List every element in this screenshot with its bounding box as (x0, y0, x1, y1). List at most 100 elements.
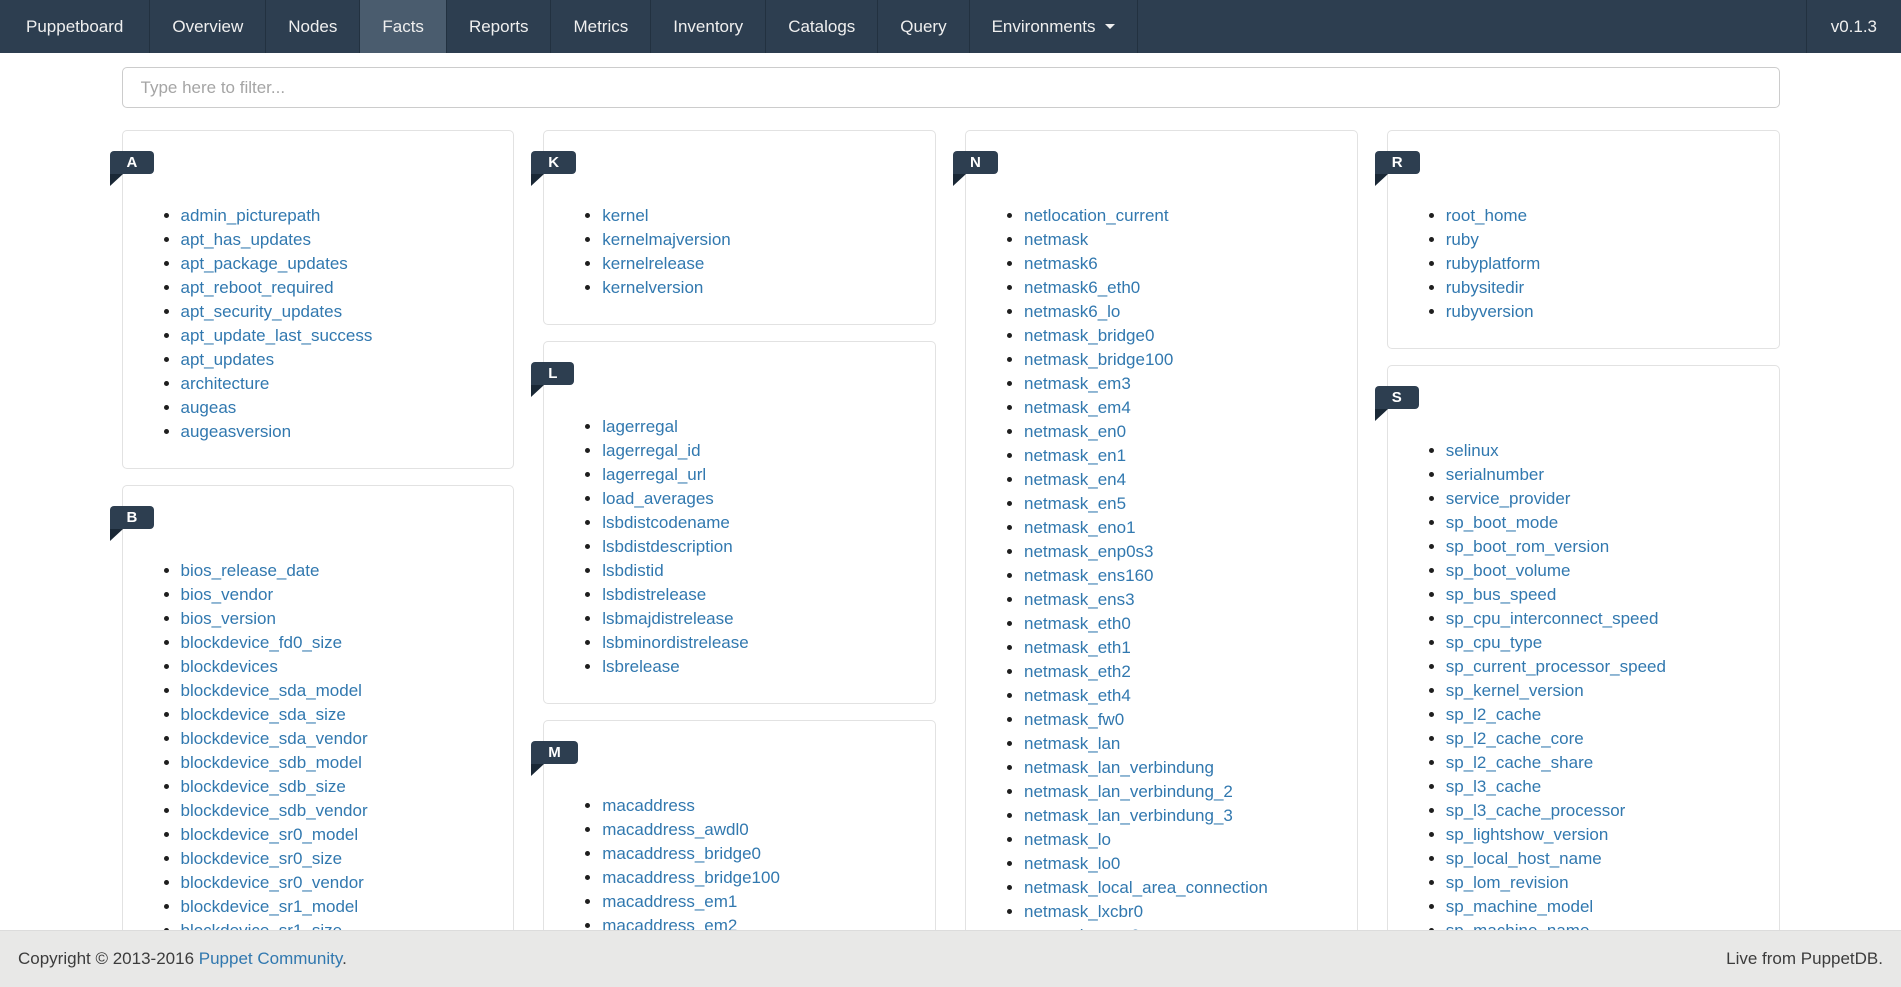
fact-link[interactable]: blockdevice_sda_model (181, 681, 362, 700)
fact-link[interactable]: kernel (602, 206, 648, 225)
fact-link[interactable]: netmask_em3 (1024, 374, 1131, 393)
fact-link[interactable]: macaddress_bridge0 (602, 844, 761, 863)
fact-link[interactable]: lagerregal_url (602, 465, 706, 484)
fact-link[interactable]: blockdevice_sr1_size (181, 921, 343, 930)
fact-link[interactable]: bios_vendor (181, 585, 274, 604)
fact-link[interactable]: service_provider (1446, 489, 1571, 508)
fact-link[interactable]: netlocation_current (1024, 206, 1169, 225)
fact-link[interactable]: sp_bus_speed (1446, 585, 1557, 604)
fact-link[interactable]: netmask_enp0s3 (1024, 542, 1153, 561)
fact-link[interactable]: serialnumber (1446, 465, 1544, 484)
fact-link[interactable]: netmask6_eth0 (1024, 278, 1140, 297)
fact-filter-input[interactable] (122, 67, 1780, 108)
fact-link[interactable]: sp_l2_cache (1446, 705, 1541, 724)
fact-link[interactable]: netmask_en4 (1024, 470, 1126, 489)
fact-link[interactable]: netmask_lan (1024, 734, 1120, 753)
fact-link[interactable]: sp_l2_cache_core (1446, 729, 1584, 748)
fact-link[interactable]: netmask_lan_verbindung (1024, 758, 1214, 777)
fact-link[interactable]: lsbrelease (602, 657, 680, 676)
fact-link[interactable]: netmask_en5 (1024, 494, 1126, 513)
fact-link[interactable]: sp_current_processor_speed (1446, 657, 1666, 676)
fact-link[interactable]: sp_cpu_type (1446, 633, 1542, 652)
fact-link[interactable]: macaddress (602, 796, 695, 815)
fact-link[interactable]: netmask_ens160 (1024, 566, 1153, 585)
nav-item-facts[interactable]: Facts (360, 0, 447, 53)
nav-item-catalogs[interactable]: Catalogs (766, 0, 878, 53)
fact-link[interactable]: sp_kernel_version (1446, 681, 1584, 700)
fact-link[interactable]: lagerregal_id (602, 441, 700, 460)
fact-link[interactable]: rubysitedir (1446, 278, 1524, 297)
fact-link[interactable]: netmask_lan_verbindung_2 (1024, 782, 1233, 801)
fact-link[interactable]: augeas (181, 398, 237, 417)
fact-link[interactable]: lsbmajdistrelease (602, 609, 733, 628)
fact-link[interactable]: lsbminordistrelease (602, 633, 748, 652)
fact-link[interactable]: sp_lom_revision (1446, 873, 1569, 892)
fact-link[interactable]: sp_boot_volume (1446, 561, 1571, 580)
fact-link[interactable]: netmask_bridge0 (1024, 326, 1154, 345)
fact-link[interactable]: sp_cpu_interconnect_speed (1446, 609, 1659, 628)
nav-item-reports[interactable]: Reports (447, 0, 552, 53)
fact-link[interactable]: apt_package_updates (181, 254, 348, 273)
fact-link[interactable]: blockdevices (181, 657, 278, 676)
fact-link[interactable]: augeasversion (181, 422, 292, 441)
fact-link[interactable]: lsbdistdescription (602, 537, 732, 556)
fact-link[interactable]: blockdevice_sdb_size (181, 777, 346, 796)
fact-link[interactable]: netmask_eth2 (1024, 662, 1131, 681)
fact-link[interactable]: sp_l3_cache_processor (1446, 801, 1626, 820)
fact-link[interactable]: rubyplatform (1446, 254, 1540, 273)
fact-link[interactable]: blockdevice_sda_vendor (181, 729, 368, 748)
fact-link[interactable]: netmask_bridge100 (1024, 350, 1173, 369)
fact-link[interactable]: kernelversion (602, 278, 703, 297)
fact-link[interactable]: netmask_eno1 (1024, 518, 1136, 537)
fact-link[interactable]: apt_update_last_success (181, 326, 373, 345)
fact-link[interactable]: kernelmajversion (602, 230, 731, 249)
fact-link[interactable]: sp_lightshow_version (1446, 825, 1609, 844)
fact-link[interactable]: apt_reboot_required (181, 278, 334, 297)
fact-link[interactable]: netmask_eth0 (1024, 614, 1131, 633)
fact-link[interactable]: sp_local_host_name (1446, 849, 1602, 868)
fact-link[interactable]: blockdevice_sr1_model (181, 897, 359, 916)
fact-link[interactable]: apt_has_updates (181, 230, 311, 249)
fact-link[interactable]: netmask_lo (1024, 830, 1111, 849)
nav-item-metrics[interactable]: Metrics (551, 0, 651, 53)
fact-link[interactable]: netmask_em4 (1024, 398, 1131, 417)
fact-link[interactable]: blockdevice_fd0_size (181, 633, 343, 652)
fact-link[interactable]: lsbdistcodename (602, 513, 730, 532)
fact-link[interactable]: blockdevice_sdb_model (181, 753, 362, 772)
fact-link[interactable]: sp_boot_mode (1446, 513, 1558, 532)
fact-link[interactable]: rubyversion (1446, 302, 1534, 321)
nav-item-query[interactable]: Query (878, 0, 969, 53)
fact-link[interactable]: blockdevice_sr0_model (181, 825, 359, 844)
fact-link[interactable]: apt_updates (181, 350, 275, 369)
fact-link[interactable]: blockdevice_sdb_vendor (181, 801, 368, 820)
nav-item-overview[interactable]: Overview (150, 0, 266, 53)
fact-link[interactable]: bios_version (181, 609, 276, 628)
fact-link[interactable]: netmask6 (1024, 254, 1098, 273)
fact-link[interactable]: lagerregal (602, 417, 678, 436)
fact-link[interactable]: netmask_lan_verbindung_3 (1024, 806, 1233, 825)
fact-link[interactable]: load_averages (602, 489, 714, 508)
fact-link[interactable]: sp_boot_rom_version (1446, 537, 1609, 556)
fact-link[interactable]: netmask_ens3 (1024, 590, 1135, 609)
fact-link[interactable]: macaddress_em2 (602, 916, 737, 930)
nav-item-nodes[interactable]: Nodes (266, 0, 360, 53)
fact-link[interactable]: macaddress_awdl0 (602, 820, 748, 839)
fact-link[interactable]: admin_picturepath (181, 206, 321, 225)
fact-link[interactable]: lsbdistid (602, 561, 663, 580)
fact-link[interactable]: selinux (1446, 441, 1499, 460)
fact-link[interactable]: netmask_eth4 (1024, 686, 1131, 705)
fact-link[interactable]: macaddress_em1 (602, 892, 737, 911)
fact-link[interactable]: sp_machine_name (1446, 921, 1590, 930)
fact-link[interactable]: netmask_en0 (1024, 422, 1126, 441)
fact-link[interactable]: blockdevice_sr0_vendor (181, 873, 364, 892)
fact-link[interactable]: netmask_local_area_connection (1024, 878, 1268, 897)
fact-link[interactable]: blockdevice_sr0_size (181, 849, 343, 868)
fact-link[interactable]: sp_l2_cache_share (1446, 753, 1593, 772)
nav-item-inventory[interactable]: Inventory (651, 0, 766, 53)
fact-link[interactable]: bios_release_date (181, 561, 320, 580)
fact-link[interactable]: ruby (1446, 230, 1479, 249)
fact-link[interactable]: apt_security_updates (181, 302, 343, 321)
fact-link[interactable]: netmask6_lo (1024, 302, 1120, 321)
fact-link[interactable]: netmask_lo0 (1024, 854, 1120, 873)
fact-link[interactable]: blockdevice_sda_size (181, 705, 346, 724)
